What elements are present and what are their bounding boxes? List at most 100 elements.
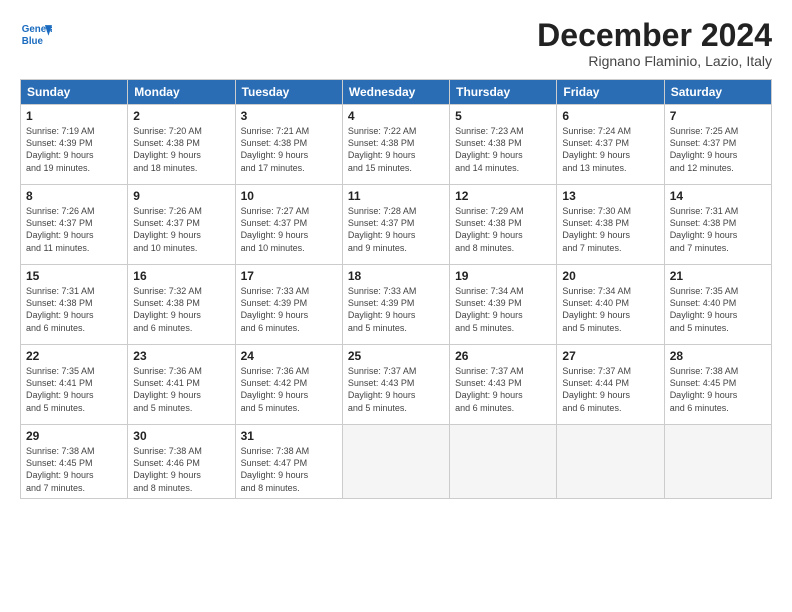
day-number: 4 bbox=[348, 109, 444, 123]
day-info: Sunrise: 7:38 AMSunset: 4:47 PMDaylight:… bbox=[241, 445, 337, 494]
day-number: 24 bbox=[241, 349, 337, 363]
day-info: Sunrise: 7:29 AMSunset: 4:38 PMDaylight:… bbox=[455, 205, 551, 254]
day-info: Sunrise: 7:26 AMSunset: 4:37 PMDaylight:… bbox=[133, 205, 229, 254]
calendar-cell: 1 Sunrise: 7:19 AMSunset: 4:39 PMDaylight… bbox=[21, 105, 128, 185]
page: General Blue December 2024 Rignano Flami… bbox=[0, 0, 792, 612]
day-info: Sunrise: 7:23 AMSunset: 4:38 PMDaylight:… bbox=[455, 125, 551, 174]
calendar-cell: 16 Sunrise: 7:32 AMSunset: 4:38 PMDayligh… bbox=[128, 265, 235, 345]
calendar-cell: 20Sunrise: 7:34 AMSunset: 4:40 PMDayligh… bbox=[557, 265, 664, 345]
weekday-header-sunday: Sunday bbox=[21, 80, 128, 105]
day-info: Sunrise: 7:19 AMSunset: 4:39 PMDaylight:… bbox=[26, 125, 122, 174]
calendar-cell bbox=[557, 425, 664, 499]
day-info: Sunrise: 7:31 AMSunset: 4:38 PMDaylight:… bbox=[26, 285, 122, 334]
calendar-cell: 4 Sunrise: 7:22 AMSunset: 4:38 PMDaylight… bbox=[342, 105, 449, 185]
day-number: 12 bbox=[455, 189, 551, 203]
day-number: 13 bbox=[562, 189, 658, 203]
weekday-header-monday: Monday bbox=[128, 80, 235, 105]
calendar-week-row: 1 Sunrise: 7:19 AMSunset: 4:39 PMDaylight… bbox=[21, 105, 772, 185]
logo-icon: General Blue bbox=[20, 18, 52, 50]
calendar-cell: 6Sunrise: 7:24 AMSunset: 4:37 PMDaylight… bbox=[557, 105, 664, 185]
day-info: Sunrise: 7:38 AMSunset: 4:45 PMDaylight:… bbox=[26, 445, 122, 494]
logo: General Blue bbox=[20, 18, 52, 50]
day-number: 18 bbox=[348, 269, 444, 283]
calendar-cell: 23 Sunrise: 7:36 AMSunset: 4:41 PMDayligh… bbox=[128, 345, 235, 425]
day-info: Sunrise: 7:34 AMSunset: 4:39 PMDaylight:… bbox=[455, 285, 551, 334]
calendar-cell: 19 Sunrise: 7:34 AMSunset: 4:39 PMDayligh… bbox=[450, 265, 557, 345]
day-number: 14 bbox=[670, 189, 766, 203]
day-number: 2 bbox=[133, 109, 229, 123]
calendar-table: SundayMondayTuesdayWednesdayThursdayFrid… bbox=[20, 79, 772, 499]
day-info: Sunrise: 7:31 AMSunset: 4:38 PMDaylight:… bbox=[670, 205, 766, 254]
day-info: Sunrise: 7:35 AMSunset: 4:40 PMDaylight:… bbox=[670, 285, 766, 334]
day-info: Sunrise: 7:37 AMSunset: 4:43 PMDaylight:… bbox=[348, 365, 444, 414]
day-info: Sunrise: 7:26 AMSunset: 4:37 PMDaylight:… bbox=[26, 205, 122, 254]
day-number: 20 bbox=[562, 269, 658, 283]
calendar-cell: 15 Sunrise: 7:31 AMSunset: 4:38 PMDayligh… bbox=[21, 265, 128, 345]
day-number: 10 bbox=[241, 189, 337, 203]
calendar-cell: 22 Sunrise: 7:35 AMSunset: 4:41 PMDayligh… bbox=[21, 345, 128, 425]
location-title: Rignano Flaminio, Lazio, Italy bbox=[537, 53, 772, 69]
weekday-header-wednesday: Wednesday bbox=[342, 80, 449, 105]
day-number: 5 bbox=[455, 109, 551, 123]
day-info: Sunrise: 7:30 AMSunset: 4:38 PMDaylight:… bbox=[562, 205, 658, 254]
day-number: 22 bbox=[26, 349, 122, 363]
day-number: 25 bbox=[348, 349, 444, 363]
calendar-cell: 2 Sunrise: 7:20 AMSunset: 4:38 PMDaylight… bbox=[128, 105, 235, 185]
day-info: Sunrise: 7:32 AMSunset: 4:38 PMDaylight:… bbox=[133, 285, 229, 334]
day-info: Sunrise: 7:37 AMSunset: 4:44 PMDaylight:… bbox=[562, 365, 658, 414]
day-info: Sunrise: 7:20 AMSunset: 4:38 PMDaylight:… bbox=[133, 125, 229, 174]
calendar-cell: 5 Sunrise: 7:23 AMSunset: 4:38 PMDaylight… bbox=[450, 105, 557, 185]
calendar-cell: 31Sunrise: 7:38 AMSunset: 4:47 PMDayligh… bbox=[235, 425, 342, 499]
calendar-cell bbox=[450, 425, 557, 499]
header: General Blue December 2024 Rignano Flami… bbox=[20, 18, 772, 69]
calendar-cell: 17 Sunrise: 7:33 AMSunset: 4:39 PMDayligh… bbox=[235, 265, 342, 345]
svg-text:Blue: Blue bbox=[22, 36, 44, 47]
day-info: Sunrise: 7:24 AMSunset: 4:37 PMDaylight:… bbox=[562, 125, 658, 174]
day-info: Sunrise: 7:35 AMSunset: 4:41 PMDaylight:… bbox=[26, 365, 122, 414]
calendar-cell: 8 Sunrise: 7:26 AMSunset: 4:37 PMDaylight… bbox=[21, 185, 128, 265]
day-number: 11 bbox=[348, 189, 444, 203]
calendar-cell: 24Sunrise: 7:36 AMSunset: 4:42 PMDayligh… bbox=[235, 345, 342, 425]
calendar-cell bbox=[664, 425, 771, 499]
day-number: 8 bbox=[26, 189, 122, 203]
day-info: Sunrise: 7:33 AMSunset: 4:39 PMDaylight:… bbox=[241, 285, 337, 334]
calendar-week-row: 8 Sunrise: 7:26 AMSunset: 4:37 PMDaylight… bbox=[21, 185, 772, 265]
day-info: Sunrise: 7:38 AMSunset: 4:46 PMDaylight:… bbox=[133, 445, 229, 494]
calendar-cell: 7Sunrise: 7:25 AMSunset: 4:37 PMDaylight… bbox=[664, 105, 771, 185]
calendar-cell: 14 Sunrise: 7:31 AMSunset: 4:38 PMDayligh… bbox=[664, 185, 771, 265]
day-number: 23 bbox=[133, 349, 229, 363]
calendar-cell: 25 Sunrise: 7:37 AMSunset: 4:43 PMDayligh… bbox=[342, 345, 449, 425]
weekday-header-friday: Friday bbox=[557, 80, 664, 105]
day-info: Sunrise: 7:21 AMSunset: 4:38 PMDaylight:… bbox=[241, 125, 337, 174]
day-number: 17 bbox=[241, 269, 337, 283]
calendar-cell: 27Sunrise: 7:37 AMSunset: 4:44 PMDayligh… bbox=[557, 345, 664, 425]
calendar-cell: 18 Sunrise: 7:33 AMSunset: 4:39 PMDayligh… bbox=[342, 265, 449, 345]
month-title: December 2024 bbox=[537, 18, 772, 53]
title-block: December 2024 Rignano Flaminio, Lazio, I… bbox=[537, 18, 772, 69]
day-info: Sunrise: 7:22 AMSunset: 4:38 PMDaylight:… bbox=[348, 125, 444, 174]
calendar-cell: 3 Sunrise: 7:21 AMSunset: 4:38 PMDaylight… bbox=[235, 105, 342, 185]
day-number: 28 bbox=[670, 349, 766, 363]
weekday-header-row: SundayMondayTuesdayWednesdayThursdayFrid… bbox=[21, 80, 772, 105]
day-number: 7 bbox=[670, 109, 766, 123]
day-number: 21 bbox=[670, 269, 766, 283]
day-number: 3 bbox=[241, 109, 337, 123]
weekday-header-tuesday: Tuesday bbox=[235, 80, 342, 105]
day-info: Sunrise: 7:36 AMSunset: 4:41 PMDaylight:… bbox=[133, 365, 229, 414]
day-number: 19 bbox=[455, 269, 551, 283]
calendar-cell: 21 Sunrise: 7:35 AMSunset: 4:40 PMDayligh… bbox=[664, 265, 771, 345]
day-info: Sunrise: 7:37 AMSunset: 4:43 PMDaylight:… bbox=[455, 365, 551, 414]
day-info: Sunrise: 7:38 AMSunset: 4:45 PMDaylight:… bbox=[670, 365, 766, 414]
day-info: Sunrise: 7:33 AMSunset: 4:39 PMDaylight:… bbox=[348, 285, 444, 334]
weekday-header-saturday: Saturday bbox=[664, 80, 771, 105]
day-number: 26 bbox=[455, 349, 551, 363]
day-number: 1 bbox=[26, 109, 122, 123]
day-number: 15 bbox=[26, 269, 122, 283]
calendar-cell: 26 Sunrise: 7:37 AMSunset: 4:43 PMDayligh… bbox=[450, 345, 557, 425]
calendar-cell: 12 Sunrise: 7:29 AMSunset: 4:38 PMDayligh… bbox=[450, 185, 557, 265]
calendar-cell: 11Sunrise: 7:28 AMSunset: 4:37 PMDayligh… bbox=[342, 185, 449, 265]
calendar-week-row: 15 Sunrise: 7:31 AMSunset: 4:38 PMDayligh… bbox=[21, 265, 772, 345]
calendar-week-row: 29Sunrise: 7:38 AMSunset: 4:45 PMDayligh… bbox=[21, 425, 772, 499]
day-number: 16 bbox=[133, 269, 229, 283]
calendar-cell: 29Sunrise: 7:38 AMSunset: 4:45 PMDayligh… bbox=[21, 425, 128, 499]
